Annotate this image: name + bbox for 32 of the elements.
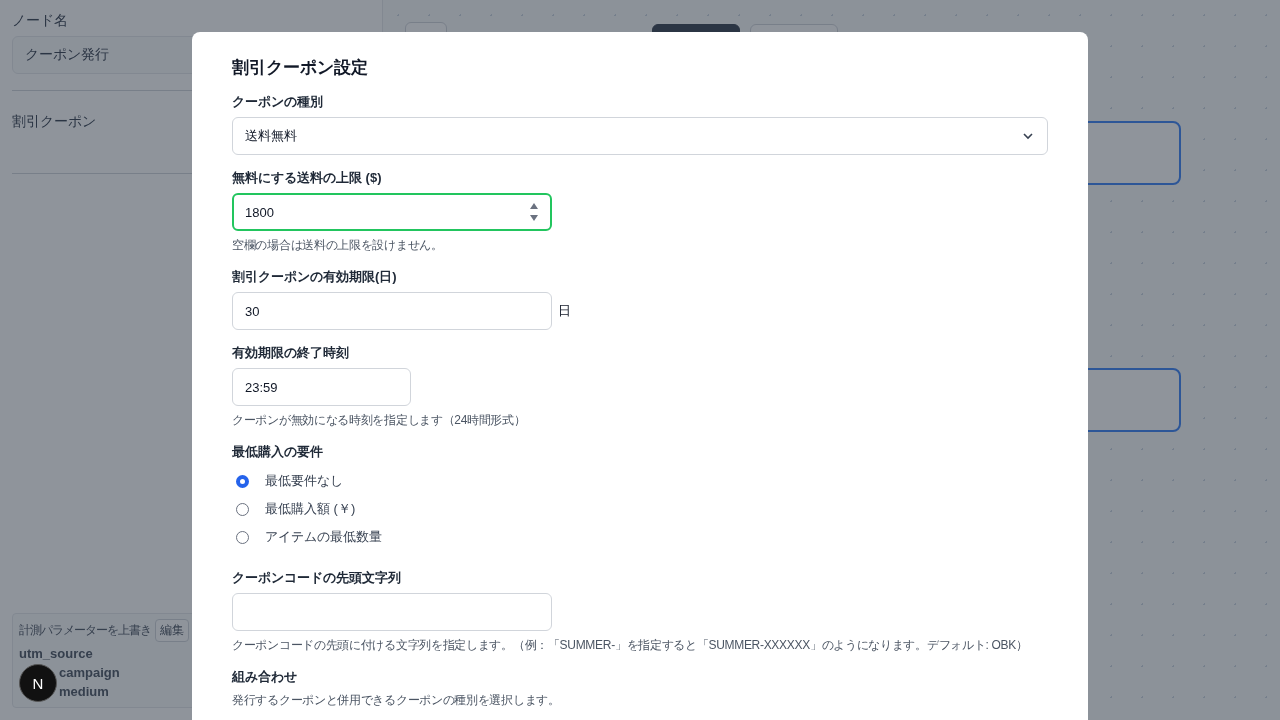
spinner-icon[interactable]	[529, 201, 539, 223]
field-label: 最低購入の要件	[232, 443, 324, 461]
radio-button[interactable]	[236, 474, 249, 488]
parameter-name: campaign	[59, 665, 120, 680]
parameter-name: utm_source	[19, 646, 93, 661]
help-text: クーポンが無効になる時刻を指定します（24時間形式）	[232, 412, 526, 429]
parameter-name: medium	[59, 684, 109, 699]
field-label: 無料にする送料の上限 ($)	[232, 169, 383, 187]
option-label: 最低要件なし	[265, 472, 343, 490]
field-label: 組み合わせ	[232, 668, 298, 686]
input-field[interactable]	[232, 593, 552, 631]
type-select[interactable]: 送料無料	[232, 117, 1048, 155]
field-label: クーポンの種別	[232, 93, 324, 111]
section-label: 割引クーポン	[12, 113, 97, 131]
radio-option[interactable]: アイテムの最低数量	[232, 523, 1048, 551]
number-field[interactable]: 1800	[232, 193, 552, 231]
input-field[interactable]: 30	[232, 292, 552, 330]
help-text: 空欄の場合は送料の上限を設けません。	[232, 237, 443, 254]
field-label: ノード名	[12, 12, 69, 30]
option-label: 最低購入額 (￥)	[265, 500, 356, 518]
edit-button[interactable]: 編集	[155, 619, 189, 642]
help-text: クーポンコードの先頭に付ける文字列を指定します。（例：「SUMMER-」を指定すると「SUMMER-XXXXXX」のようになります。デフォルト: OBK）	[232, 637, 1028, 654]
help-text: 発行するクーポンと併用できるクーポンの種別を選択します。	[232, 692, 560, 709]
field-label: 有効期限の終了時刻	[232, 344, 350, 362]
radio-option[interactable]: 最低購入額 (￥)	[232, 495, 1048, 523]
field-label: 割引クーポンの有効期限(日)	[232, 268, 398, 286]
field-label: クーポンコードの先頭文字列	[232, 569, 402, 587]
unit-label: 日	[558, 302, 571, 320]
radio-option[interactable]: 最低要件なし	[232, 467, 1048, 495]
option-label: アイテムの最低数量	[265, 528, 382, 546]
input-field[interactable]: 23:59	[232, 368, 411, 406]
tracking-title: 計測パラメーターを上書き	[19, 622, 151, 639]
